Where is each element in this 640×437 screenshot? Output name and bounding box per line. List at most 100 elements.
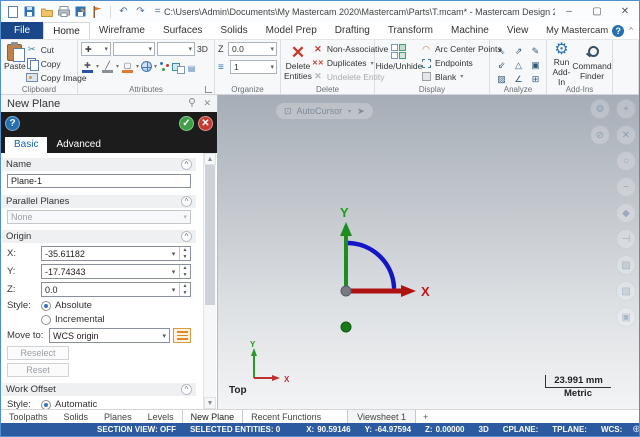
redo-icon[interactable]: ↷ — [134, 5, 147, 18]
analyze-distance-icon[interactable]: ⇙ — [498, 60, 506, 71]
absolute-radio[interactable] — [41, 301, 51, 311]
hide-unhide-button[interactable]: Hide/Unhide — [378, 42, 420, 83]
incremental-radio[interactable] — [41, 315, 51, 325]
z-spinner[interactable]: ▲▼ — [179, 283, 190, 296]
surface-color-icon[interactable]: ▢ — [121, 60, 134, 73]
file-tab[interactable]: File — [1, 22, 43, 39]
tab-home[interactable]: Home — [43, 22, 90, 39]
tab-recent-functions[interactable]: Recent Functions — [243, 410, 329, 423]
panel-help-icon[interactable]: ? — [5, 116, 20, 131]
tab-machine[interactable]: Machine — [442, 22, 498, 39]
add-viewsheet-button[interactable]: + — [416, 410, 435, 423]
pin-icon[interactable] — [188, 98, 196, 109]
analyze-position-icon[interactable]: ⇗ — [515, 46, 523, 57]
collapse-name-icon[interactable]: ^ — [181, 159, 192, 170]
tplane-selector[interactable]: TPLANE: — [552, 425, 587, 434]
collapse-ribbon-icon[interactable]: ^ — [629, 26, 639, 35]
new-file-icon[interactable] — [6, 5, 19, 18]
x-input[interactable]: -35.61182▾▲▼ — [41, 246, 191, 261]
tab-surfaces[interactable]: Surfaces — [154, 22, 211, 39]
level-icon[interactable]: ≡ — [218, 62, 228, 73]
paste-button[interactable]: Paste — [4, 42, 26, 84]
z-input[interactable]: 0.0▾▲▼ — [41, 282, 191, 297]
analyze-dynamic-icon[interactable]: ▣ — [531, 60, 540, 71]
wireframe-globe-icon-1[interactable]: ⊕ — [632, 425, 640, 435]
tab-advanced[interactable]: Advanced — [47, 137, 109, 153]
selected-entities-status[interactable]: SELECTED ENTITIES: 0 — [190, 425, 280, 434]
panel-scrollbar[interactable]: ▲ ▼ — [203, 153, 216, 409]
help-icon[interactable]: ? — [612, 25, 624, 37]
reselect-button[interactable]: Reselect — [7, 346, 69, 360]
viewsheet-tab[interactable]: Viewsheet 1 — [347, 410, 416, 423]
name-input[interactable] — [7, 174, 191, 188]
delete-entities-button[interactable]: ✕ Delete Entities — [284, 42, 312, 83]
automatic-radio[interactable] — [41, 400, 51, 410]
qat-customize-icon[interactable]: = — [151, 5, 164, 18]
open-folder-icon[interactable] — [40, 5, 53, 18]
undo-icon[interactable]: ↶ — [117, 5, 130, 18]
z-depth-dropdown[interactable]: 0.0 — [228, 42, 277, 56]
analyze-chain-icon[interactable]: ▨ — [497, 74, 506, 85]
run-addin-button[interactable]: ⚙ Run Add-In — [550, 42, 573, 83]
command-finder-button[interactable]: Command Finder — [575, 42, 609, 83]
material-icon[interactable] — [141, 61, 152, 72]
tab-solids[interactable]: Solids — [211, 22, 256, 39]
tab-planes[interactable]: Planes — [96, 410, 140, 423]
line-color-icon[interactable]: ╱ — [101, 60, 114, 73]
minimize-button[interactable]: – — [555, 2, 583, 21]
save-as-icon[interactable] — [74, 5, 87, 18]
analyze-angle-icon[interactable]: △ — [515, 60, 522, 71]
cplane-selector[interactable]: CPLANE: — [503, 425, 539, 434]
tab-wireframe[interactable]: Wireframe — [90, 22, 154, 39]
move-to-options-icon[interactable] — [173, 328, 191, 343]
analyze-stats-icon[interactable]: ⊞ — [532, 74, 540, 85]
print-icon[interactable] — [57, 5, 70, 18]
flag-icon[interactable] — [91, 5, 104, 18]
selected-point[interactable] — [341, 322, 351, 332]
tab-solids-panel[interactable]: Solids — [56, 410, 97, 423]
tab-model-prep[interactable]: Model Prep — [257, 22, 326, 39]
scroll-down-icon[interactable]: ▼ — [204, 397, 216, 409]
level-dropdown[interactable]: 1 — [230, 60, 277, 74]
tab-drafting[interactable]: Drafting — [326, 22, 379, 39]
point-style-dropdown[interactable]: ✚ — [81, 42, 111, 56]
graphics-viewport[interactable]: ⊡ AutoCursor ▾ ➤ ⚙ + ⊘ ✕ ○ ~ ◆ ⊣ ▨ ▧ ▣ — [218, 95, 639, 409]
scroll-up-icon[interactable]: ▲ — [204, 153, 216, 165]
x-spinner[interactable]: ▲▼ — [179, 247, 190, 260]
y-input[interactable]: -17.74343▾▲▼ — [41, 264, 191, 279]
close-button[interactable]: ✕ — [611, 2, 639, 21]
hatch-icon[interactable]: ▤ — [185, 60, 198, 73]
tab-levels[interactable]: Levels — [140, 410, 182, 423]
wcs-selector[interactable]: WCS: — [601, 425, 622, 434]
match-attributes-icon[interactable] — [172, 61, 184, 73]
scrollbar-thumb[interactable] — [205, 165, 215, 305]
collapse-work-offset-icon[interactable]: ^ — [181, 384, 192, 395]
tab-view[interactable]: View — [498, 22, 538, 39]
panel-close-icon[interactable]: ✕ — [203, 98, 211, 109]
move-to-dropdown[interactable]: WCS origin — [49, 328, 170, 343]
analyze-contour-icon[interactable]: ∠ — [514, 74, 522, 85]
collapse-origin-icon[interactable]: ^ — [181, 231, 192, 242]
point-color-icon[interactable]: ✚ — [81, 60, 94, 73]
collapse-parallel-icon[interactable]: ^ — [181, 196, 192, 207]
save-icon[interactable] — [23, 5, 36, 18]
y-spinner[interactable]: ▲▼ — [179, 265, 190, 278]
line-width-dropdown[interactable] — [157, 42, 195, 56]
tab-new-plane[interactable]: New Plane — [182, 410, 244, 423]
analyze-draft-icon[interactable]: ✎ — [532, 46, 540, 57]
tab-basic[interactable]: Basic — [5, 137, 47, 153]
maximize-button[interactable]: ▢ — [583, 2, 611, 21]
section-view-status[interactable]: SECTION VIEW: OFF — [97, 425, 176, 434]
tab-transform[interactable]: Transform — [379, 22, 442, 39]
line-style-dropdown[interactable] — [113, 42, 155, 56]
attributes-dialog-launcher[interactable] — [205, 86, 212, 93]
ok-button[interactable]: ✓ — [179, 116, 194, 131]
analyze-entity-icon[interactable]: ⇖ — [498, 46, 506, 57]
mode-toggle[interactable]: 3D — [479, 425, 489, 434]
tab-toolpaths[interactable]: Toolpaths — [1, 410, 56, 423]
reset-button[interactable]: Reset — [7, 363, 69, 377]
my-mastercam-link[interactable]: My Mastercam — [546, 22, 612, 39]
origin-point[interactable] — [341, 286, 351, 296]
parallel-planes-dropdown[interactable]: None — [7, 210, 191, 224]
3d-toggle[interactable]: 3D — [197, 44, 208, 54]
